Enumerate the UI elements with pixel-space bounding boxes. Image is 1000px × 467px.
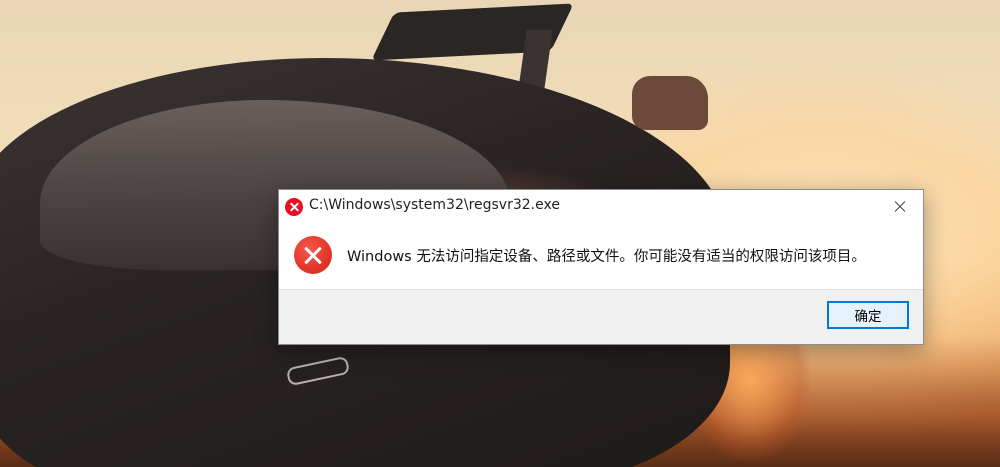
dialog-titlebar[interactable]: C:\Windows\system32\regsvr32.exe <box>279 190 923 223</box>
close-button[interactable] <box>877 190 923 223</box>
error-icon <box>294 236 332 274</box>
dialog-title: C:\Windows\system32\regsvr32.exe <box>309 197 560 213</box>
dialog-message: Windows 无法访问指定设备、路径或文件。你可能没有适当的权限访问该项目。 <box>347 249 866 265</box>
dialog-button-bar: 确定 <box>279 289 923 344</box>
wallpaper-car-mirror <box>632 76 708 130</box>
ok-button[interactable]: 确定 <box>827 301 909 329</box>
error-icon <box>285 198 303 216</box>
error-dialog: C:\Windows\system32\regsvr32.exe Windows… <box>278 189 924 345</box>
